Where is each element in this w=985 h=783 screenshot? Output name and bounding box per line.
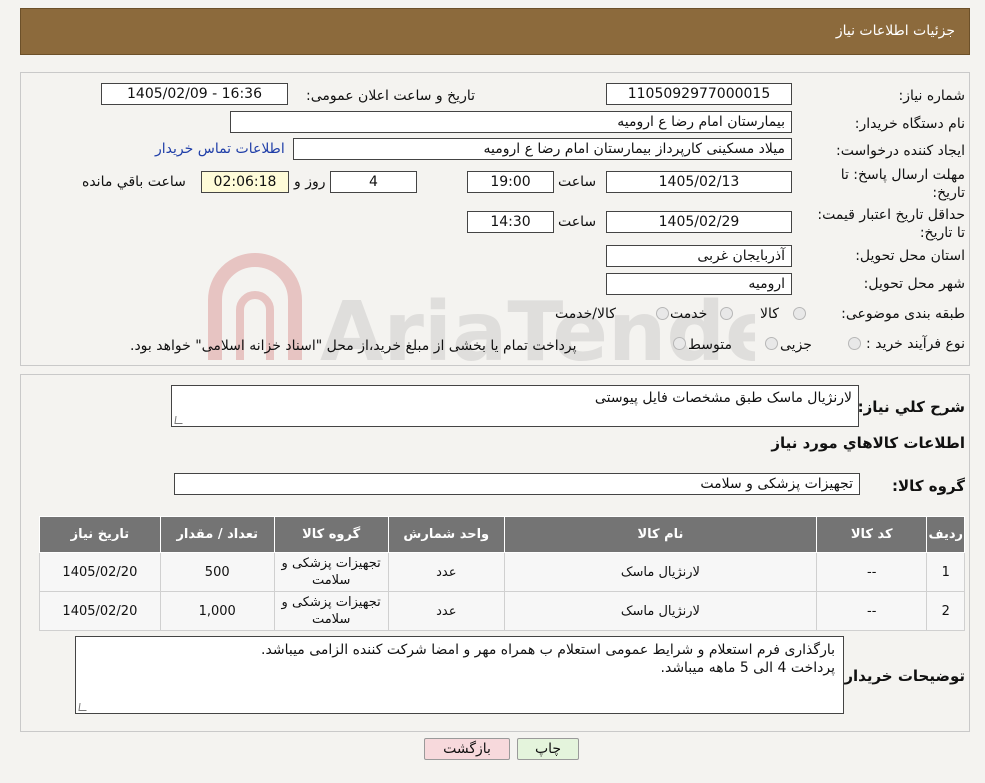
process-option-minor: جزیی: [780, 337, 812, 353]
process-label: نوع فرآیند خرید :: [866, 336, 965, 352]
days-label: روز و: [294, 174, 326, 190]
category-option-goods: کالا: [760, 306, 779, 322]
col-quantity: تعداد / مقدار: [159, 516, 275, 553]
cell-quantity: 1,000: [159, 591, 275, 631]
page-header: جزئیات اطلاعات نیاز: [20, 8, 970, 55]
col-goods-group: گروه کالا: [273, 516, 389, 553]
remaining-label: ساعت باقي مانده: [82, 174, 186, 190]
announce-field: 1405/02/09 - 16:36: [101, 83, 288, 105]
need-number-field: 1105092977000015: [606, 83, 792, 105]
resize-grip-icon[interactable]: [174, 416, 184, 424]
validity-time-field: 14:30: [467, 211, 554, 233]
buyer-org-field: بیمارستان امام رضا ع ارومیه: [230, 111, 792, 133]
goods-info-title: اطلاعات کالاهاي مورد نياز: [771, 434, 965, 452]
cell-need-date: 1405/02/20: [39, 591, 161, 631]
cell-goods-code: --: [815, 591, 928, 631]
creator-field: میلاد مسکینی کارپرداز بیمارستان امام رضا…: [293, 138, 792, 160]
table-row: 2 -- لارنژیال ماسک عدد تجهیزات پزشکی و س…: [39, 591, 965, 631]
city-field: ارومیه: [606, 273, 792, 295]
goods-group-field: تجهیزات پزشکی و سلامت: [174, 473, 860, 495]
table-row: 1 -- لارنژیال ماسک عدد تجهیزات پزشکی و س…: [39, 552, 965, 592]
general-desc-field: لارنژیال ماسک طبق مشخصات فایل پیوستی: [171, 385, 859, 427]
category-radio-goods-service[interactable]: [656, 307, 669, 320]
category-label: طبقه بندی موضوعی:: [841, 306, 965, 322]
page-title: جزئیات اطلاعات نیاز: [835, 23, 955, 39]
city-label: شهر محل تحویل:: [863, 276, 965, 292]
deadline-label: مهلت ارسال پاسخ: تا تاریخ:: [840, 167, 965, 201]
category-option-service: خدمت: [670, 306, 708, 322]
print-button[interactable]: چاپ: [517, 738, 579, 760]
cell-goods-code: --: [815, 552, 928, 592]
buyer-notes-label: توضیحات خریدار:: [838, 667, 965, 685]
goods-group-label: گروه کالا:: [892, 477, 965, 495]
buyer-org-label: نام دستگاه خریدار:: [854, 116, 965, 132]
creator-label: ایجاد کننده درخواست:: [836, 143, 965, 159]
cell-need-date: 1405/02/20: [39, 552, 161, 592]
process-option-medium: متوسط: [688, 337, 732, 353]
buyer-notes-line-1: بارگذاری فرم استعلام و شرایط عمومی استعل…: [261, 642, 835, 658]
cell-row-number: 2: [926, 591, 965, 631]
process-radio-treasury[interactable]: [673, 337, 686, 350]
need-number-label: شماره نیاز:: [898, 88, 966, 104]
table-header-row: رديف کد کالا نام کالا واحد شمارش گروه کا…: [39, 516, 965, 553]
cell-goods-group: تجهیزات پزشکی و سلامت: [273, 552, 389, 592]
col-row-number: رديف: [926, 516, 965, 553]
buyer-contact-link[interactable]: اطلاعات تماس خریدار: [155, 141, 285, 157]
buyer-notes-field: بارگذاری فرم استعلام و شرایط عمومی استعل…: [75, 636, 844, 714]
remaining-time-field: 02:06:18: [201, 171, 289, 193]
deadline-date-field: 1405/02/13: [606, 171, 792, 193]
validity-label: حداقل تاريخ اعتبار قيمت: تا تاریخ:: [817, 207, 965, 241]
cell-unit: عدد: [387, 591, 505, 631]
process-note: پرداخت تمام یا بخشی از مبلغ خرید،از محل …: [130, 338, 577, 354]
cell-goods-name: لارنژیال ماسک: [503, 591, 817, 631]
cell-row-number: 1: [926, 552, 965, 592]
cell-goods-group: تجهیزات پزشکی و سلامت: [273, 591, 389, 631]
goods-table: رديف کد کالا نام کالا واحد شمارش گروه کا…: [39, 516, 965, 631]
resize-grip-icon[interactable]: [78, 703, 88, 711]
buyer-notes-line-2: پرداخت 4 الی 5 ماهه میباشد.: [660, 660, 835, 676]
col-goods-name: نام کالا: [503, 516, 817, 553]
cell-unit: عدد: [387, 552, 505, 592]
validity-time-label: ساعت: [558, 214, 597, 230]
category-option-goods-service: کالا/خدمت: [555, 306, 616, 322]
province-label: استان محل تحویل:: [855, 248, 965, 264]
announce-label: تاریخ و ساعت اعلان عمومی:: [306, 88, 475, 104]
deadline-time-label: ساعت: [558, 174, 597, 190]
col-need-date: تاریخ نیاز: [39, 516, 161, 553]
deadline-time-field: 19:00: [467, 171, 554, 193]
province-field: آذربایجان غربی: [606, 245, 792, 267]
process-radio-medium[interactable]: [765, 337, 778, 350]
validity-date-field: 1405/02/29: [606, 211, 792, 233]
back-button[interactable]: بازگشت: [424, 738, 510, 760]
general-desc-label: شرح کلي نياز:: [857, 398, 965, 416]
col-unit: واحد شمارش: [387, 516, 505, 553]
category-radio-service[interactable]: [720, 307, 733, 320]
process-radio-minor[interactable]: [848, 337, 861, 350]
days-field: 4: [330, 171, 417, 193]
cell-goods-name: لارنژیال ماسک: [503, 552, 817, 592]
general-desc-text: لارنژیال ماسک طبق مشخصات فایل پیوستی: [594, 390, 852, 406]
cell-quantity: 500: [159, 552, 275, 592]
category-radio-goods[interactable]: [793, 307, 806, 320]
col-goods-code: کد کالا: [815, 516, 928, 553]
